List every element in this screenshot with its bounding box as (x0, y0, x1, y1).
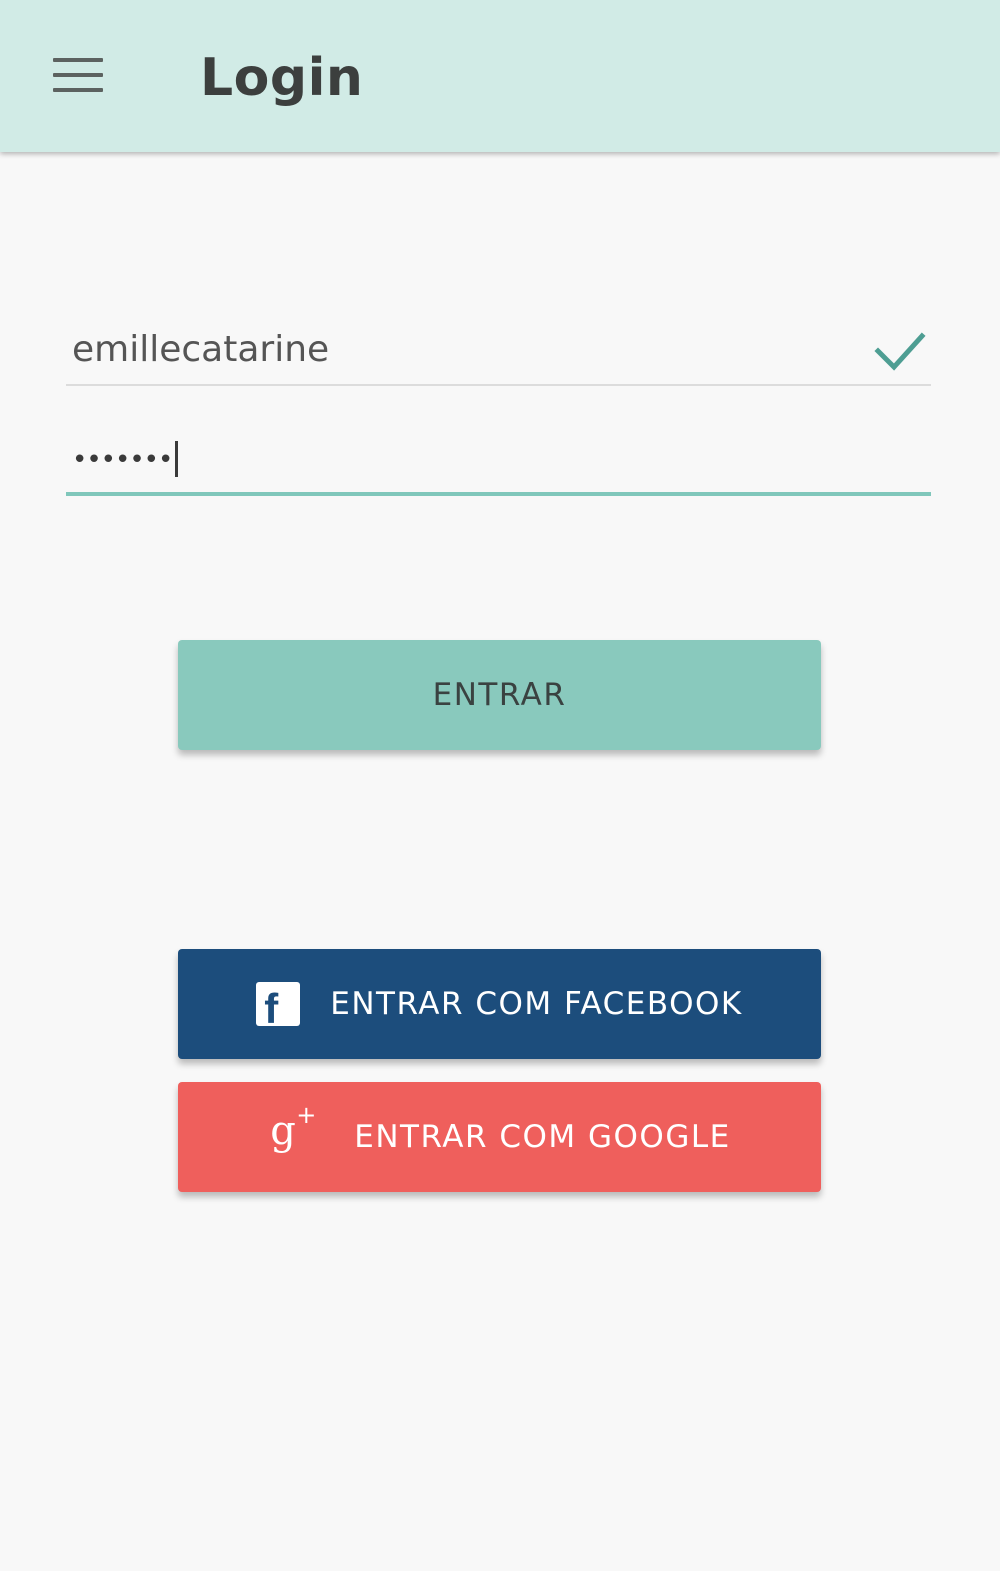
google-login-label: ENTRAR COM GOOGLE (354, 1119, 731, 1155)
entrar-button[interactable]: ENTRAR (178, 640, 821, 750)
password-field[interactable]: ••••••• (66, 432, 931, 496)
checkmark-icon (874, 332, 926, 371)
text-cursor (175, 440, 179, 477)
menu-button[interactable] (40, 40, 116, 110)
app-bar: Login (0, 0, 1000, 152)
facebook-login-label: ENTRAR COM FACEBOOK (330, 986, 743, 1022)
facebook-login-button[interactable]: f ENTRAR COM FACEBOOK (178, 949, 821, 1059)
google-login-button[interactable]: g + ENTRAR COM GOOGLE (178, 1082, 821, 1192)
password-value[interactable]: ••••••• (72, 434, 179, 486)
username-field[interactable]: emillecatarine (66, 320, 931, 386)
username-value[interactable]: emillecatarine (72, 324, 329, 376)
page-title: Login (200, 48, 364, 108)
facebook-icon: f (256, 982, 301, 1026)
entrar-button-label: ENTRAR (432, 677, 567, 713)
google-plus-icon: g + (270, 1101, 318, 1154)
password-mask: ••••••• (72, 445, 173, 475)
